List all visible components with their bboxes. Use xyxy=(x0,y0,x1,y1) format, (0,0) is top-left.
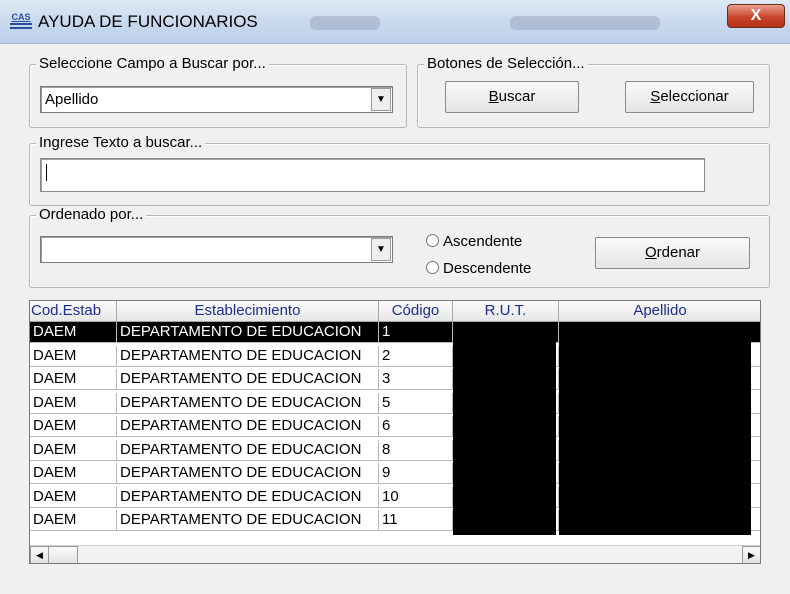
cell-establecimiento: DEPARTAMENTO DE EDUCACION xyxy=(117,439,379,461)
funcionarios-grid[interactable]: Cod.Estab Establecimiento Código R.U.T. … xyxy=(29,300,761,564)
window-title: AYUDA DE FUNCIONARIOS xyxy=(38,12,258,31)
column-header-apellido[interactable]: Apellido xyxy=(559,301,760,322)
ordenar-button[interactable]: Ordenar xyxy=(595,237,750,269)
cell-cod-estab: DAEM xyxy=(30,486,117,508)
cell-cod-estab: DAEM xyxy=(30,369,117,390)
column-header-establecimiento[interactable]: Establecimiento xyxy=(117,301,379,322)
selection-buttons-group: Botones de Selección... Buscar Seleccion… xyxy=(417,55,770,128)
cell-establecimiento: DEPARTAMENTO DE EDUCACION xyxy=(117,510,379,531)
column-header-cod-estab[interactable]: Cod.Estab xyxy=(30,301,117,322)
selection-buttons-legend: Botones de Selección... xyxy=(424,55,588,72)
order-legend: Ordenado por... xyxy=(36,206,147,223)
chevron-down-icon[interactable]: ▼ xyxy=(371,238,391,261)
close-icon: X xyxy=(750,7,762,24)
column-header-codigo[interactable]: Código xyxy=(379,301,453,322)
search-field-group: Seleccione Campo a Buscar por... Apellid… xyxy=(29,55,407,128)
radio-circle-icon xyxy=(426,234,439,247)
search-field-value: Apellido xyxy=(45,91,99,108)
cell-cod-estab: DAEM xyxy=(30,510,117,531)
redacted-apellido-column xyxy=(559,322,751,535)
cell-codigo: 2 xyxy=(379,345,453,367)
order-combo[interactable]: ▼ xyxy=(40,236,393,263)
close-button[interactable]: X xyxy=(727,4,785,28)
text-caret xyxy=(46,164,47,181)
cell-cod-estab: DAEM xyxy=(30,416,117,437)
cas-app-icon: CAS xyxy=(10,13,32,31)
cell-establecimiento: DEPARTAMENTO DE EDUCACION xyxy=(117,345,379,367)
cell-codigo: 8 xyxy=(379,439,453,461)
cell-cod-estab: DAEM xyxy=(30,322,117,343)
search-field-combo[interactable]: Apellido ▼ xyxy=(40,86,393,113)
cell-codigo: 11 xyxy=(379,510,453,531)
cell-establecimiento: DEPARTAMENTO DE EDUCACION xyxy=(117,369,379,390)
descending-radio[interactable]: Descendente xyxy=(426,260,531,277)
title-bar[interactable]: CAS AYUDA DE FUNCIONARIOS X xyxy=(0,0,790,44)
cell-establecimiento: DEPARTAMENTO DE EDUCACION xyxy=(117,392,379,414)
column-header-rut[interactable]: R.U.T. xyxy=(453,301,559,322)
buscar-button[interactable]: Buscar xyxy=(445,81,579,113)
cell-cod-estab: DAEM xyxy=(30,392,117,414)
cell-codigo: 9 xyxy=(379,463,453,484)
cell-establecimiento: DEPARTAMENTO DE EDUCACION xyxy=(117,486,379,508)
background-blur xyxy=(310,16,380,30)
horizontal-scrollbar[interactable]: ◀ ▶ xyxy=(30,545,760,563)
funcionarios-help-window: CAS AYUDA DE FUNCIONARIOS X Seleccione C… xyxy=(0,0,790,594)
horizontal-scroll-thumb[interactable] xyxy=(48,546,78,563)
cell-establecimiento: DEPARTAMENTO DE EDUCACION xyxy=(117,416,379,437)
scroll-right-icon[interactable]: ▶ xyxy=(742,546,760,563)
search-field-legend: Seleccione Campo a Buscar por... xyxy=(36,55,269,72)
cell-codigo: 10 xyxy=(379,486,453,508)
cell-codigo: 1 xyxy=(379,322,453,343)
cell-codigo: 3 xyxy=(379,369,453,390)
cell-cod-estab: DAEM xyxy=(30,439,117,461)
ascending-radio[interactable]: Ascendente xyxy=(426,233,522,250)
radio-circle-icon xyxy=(426,261,439,274)
cell-establecimiento: DEPARTAMENTO DE EDUCACION xyxy=(117,322,379,343)
cell-codigo: 6 xyxy=(379,416,453,437)
cell-establecimiento: DEPARTAMENTO DE EDUCACION xyxy=(117,463,379,484)
seleccionar-button[interactable]: Seleccionar xyxy=(625,81,754,113)
search-text-legend: Ingrese Texto a buscar... xyxy=(36,134,206,151)
cell-cod-estab: DAEM xyxy=(30,345,117,367)
background-blur xyxy=(510,16,660,30)
scroll-left-icon[interactable]: ◀ xyxy=(30,546,49,563)
search-text-input[interactable] xyxy=(40,158,705,192)
cell-cod-estab: DAEM xyxy=(30,463,117,484)
cell-codigo: 5 xyxy=(379,392,453,414)
search-text-group: Ingrese Texto a buscar... xyxy=(29,134,770,206)
redacted-rut-column xyxy=(453,322,556,535)
order-group: Ordenado por... ▼ Ascendente Descendente… xyxy=(29,206,770,288)
chevron-down-icon[interactable]: ▼ xyxy=(371,88,391,111)
